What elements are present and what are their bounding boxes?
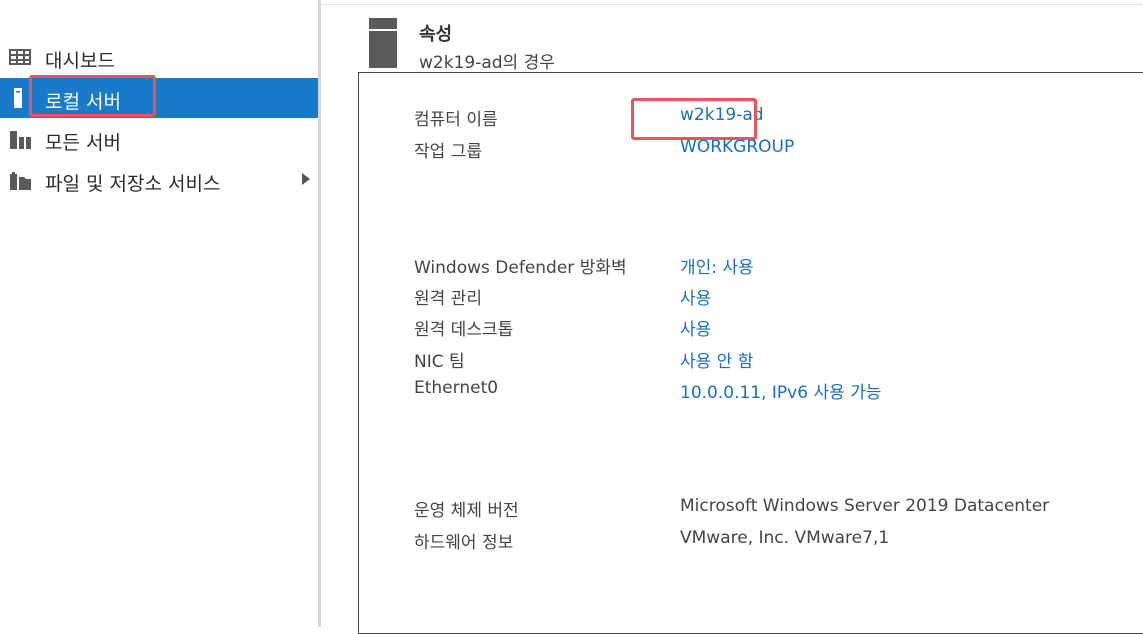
sidebar-item-label: 파일 및 저장소 서비스	[45, 173, 221, 195]
sidebar-item-dashboard[interactable]: 대시보드	[0, 37, 318, 77]
os-version-value: Microsoft Windows Server 2019 Datacenter	[680, 496, 1050, 516]
top-divider	[321, 4, 1143, 5]
all-servers-icon	[8, 128, 32, 150]
properties-panel: 컴퓨터 이름 w2k19-ad 작업 그룹 WORKGROUP Windows …	[358, 72, 1143, 634]
computer-name-link[interactable]: w2k19-ad	[680, 105, 764, 125]
properties-pane: 속성 w2k19-ad의 경우 컴퓨터 이름 w2k19-ad 작업 그룹 WO…	[321, 0, 1143, 634]
sidebar-item-file-storage[interactable]: 파일 및 저장소 서비스	[0, 160, 318, 200]
sidebar-item-local-server[interactable]: 로컬 서버	[0, 78, 318, 118]
sidebar-item-label: 대시보드	[45, 50, 115, 72]
firewall-link[interactable]: 개인: 사용	[680, 253, 754, 278]
navigation-sidebar: 대시보드 로컬 서버 모든 서버 파일 및 저장소 서비스	[0, 0, 318, 627]
hardware-value: VMware, Inc. VMware7,1	[680, 528, 890, 548]
workgroup-label: 작업 그룹	[414, 142, 482, 162]
sidebar-item-label: 로컬 서버	[45, 91, 121, 113]
ethernet-label: Ethernet0	[414, 378, 499, 398]
sidebar-item-label: 모든 서버	[45, 132, 121, 154]
nic-teaming-link[interactable]: 사용 안 함	[680, 347, 753, 372]
nic-teaming-label: NIC 팀	[414, 352, 465, 372]
file-storage-icon	[8, 169, 32, 191]
remote-management-link[interactable]: 사용	[680, 284, 711, 309]
local-server-icon	[8, 87, 32, 109]
os-version-label: 운영 체제 버전	[414, 501, 519, 521]
server-tower-icon	[369, 18, 397, 68]
computer-name-label: 컴퓨터 이름	[414, 110, 498, 130]
dashboard-grid-icon	[8, 46, 32, 68]
sidebar-item-all-servers[interactable]: 모든 서버	[0, 119, 318, 159]
properties-subtitle: w2k19-ad의 경우	[419, 53, 555, 73]
firewall-label: Windows Defender 방화벽	[414, 258, 627, 278]
remote-desktop-link[interactable]: 사용	[680, 315, 711, 340]
workgroup-link[interactable]: WORKGROUP	[680, 137, 794, 157]
chevron-right-icon[interactable]	[302, 173, 310, 185]
hardware-label: 하드웨어 정보	[414, 533, 514, 553]
remote-desktop-label: 원격 데스크톱	[414, 320, 514, 340]
remote-management-label: 원격 관리	[414, 289, 482, 309]
ethernet-link[interactable]: 10.0.0.11, IPv6 사용 가능	[680, 378, 881, 403]
properties-title: 속성	[419, 24, 453, 45]
